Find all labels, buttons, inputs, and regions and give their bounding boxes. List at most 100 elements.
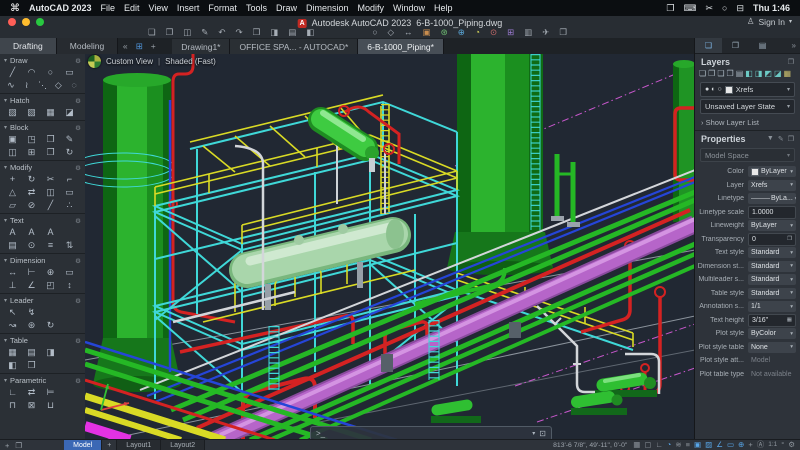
tool-icon[interactable]: ∿ xyxy=(3,79,19,92)
tool-icon[interactable]: ◫ xyxy=(3,146,22,159)
layers-detach-icon[interactable]: ❐ xyxy=(788,58,794,66)
layer-freeze-icon[interactable]: ◧ xyxy=(745,70,753,78)
property-value[interactable]: Standard ▾ xyxy=(748,247,796,259)
layer-translator-icon[interactable]: ⊞ xyxy=(507,28,514,37)
layer-walk-icon[interactable]: ▦ xyxy=(784,70,792,78)
tool-icon[interactable]: ▦ xyxy=(41,106,60,119)
property-value[interactable]: 0 ❐ xyxy=(748,232,796,246)
section-settings-icon[interactable]: ⚙ xyxy=(75,297,81,305)
new-drawing-tab-button[interactable]: + xyxy=(146,38,160,54)
layout-tab-layout2[interactable]: Layout2 xyxy=(161,440,206,450)
property-value[interactable]: ByColor ▾ xyxy=(748,328,796,340)
section-settings-icon[interactable]: ⚙ xyxy=(75,377,81,385)
section-settings-icon[interactable]: ⚙ xyxy=(75,217,81,225)
gizmo-toggle[interactable]: + xyxy=(748,441,752,449)
save-icon[interactable]: ◫ xyxy=(183,28,191,37)
document-tab[interactable]: Drawing1* xyxy=(172,39,231,54)
tool-icon[interactable]: ◰ xyxy=(41,279,60,292)
tool-icon[interactable]: ▤ xyxy=(22,346,41,359)
viewport-view-control[interactable]: Custom View xyxy=(106,57,153,66)
status-add-icon[interactable]: + xyxy=(5,441,9,450)
command-bar[interactable]: >_ ▾ ⊡ xyxy=(310,426,552,440)
tool-sets-icon[interactable]: ▣ xyxy=(423,28,431,37)
tool-icon[interactable]: ▦ xyxy=(3,346,22,359)
document-tab[interactable]: OFFICE SPA... - AUTOCAD* xyxy=(230,39,359,54)
tool-icon[interactable]: ⊠ xyxy=(22,399,41,412)
tool-icon[interactable]: ╱ xyxy=(41,199,60,212)
tool-icon[interactable]: ▭ xyxy=(60,66,79,79)
snap-toggle[interactable]: ▢ xyxy=(644,441,651,449)
tool-icon[interactable]: ⊨ xyxy=(41,386,60,399)
viewport-visual-style-control[interactable]: Shaded (Fast) xyxy=(165,57,216,66)
zoom-button[interactable] xyxy=(36,17,44,26)
spotlight-search-icon[interactable]: ○ xyxy=(722,3,727,13)
tool-icon[interactable]: ◇ xyxy=(50,79,66,92)
start-tab-icon[interactable]: ⊞ xyxy=(132,38,146,54)
time-variables-icon[interactable]: ◔ xyxy=(475,28,480,37)
plot-style-icon[interactable]: ◧ xyxy=(306,28,314,37)
command-history-icon[interactable]: ▾ xyxy=(532,430,535,437)
property-value[interactable]: Standard ▾ xyxy=(748,260,796,272)
transparency-picker-icon[interactable]: ❐ xyxy=(787,236,792,242)
tool-icon[interactable]: A xyxy=(41,226,60,239)
tool-icon[interactable]: ◠ xyxy=(22,66,41,79)
section-collapse-icon[interactable]: ▾ xyxy=(4,217,7,224)
new-file-icon[interactable]: ❏ xyxy=(148,28,156,37)
menu-draw[interactable]: Draw xyxy=(276,3,297,13)
match-properties-icon[interactable]: ✎ xyxy=(778,135,784,143)
tool-icon[interactable]: ◧ xyxy=(3,359,22,372)
status-switch-icon[interactable]: ❐ xyxy=(15,441,22,450)
open-file-icon[interactable]: ❐ xyxy=(166,28,174,37)
tool-icon[interactable]: ✎ xyxy=(60,133,79,146)
document-tab[interactable]: 6-B-1000_Piping* xyxy=(358,39,444,54)
property-value[interactable]: Standard ▾ xyxy=(748,287,796,299)
menu-dimension[interactable]: Dimension xyxy=(306,3,349,13)
section-settings-icon[interactable]: ⚙ xyxy=(75,257,81,265)
layout-tab-model[interactable]: Model xyxy=(64,440,103,450)
tool-icon[interactable]: ◫ xyxy=(41,186,60,199)
tool-icon[interactable]: A xyxy=(3,226,22,239)
tool-icon[interactable]: ↔ xyxy=(3,266,22,279)
tool-icon[interactable]: ⋱ xyxy=(35,79,51,92)
menu-edit[interactable]: Edit xyxy=(124,3,140,13)
apple-menu-icon[interactable]: ⌘ xyxy=(10,3,20,14)
tool-icon[interactable]: ◌ xyxy=(66,79,82,92)
selection-dropdown[interactable]: Model Space ▾ xyxy=(700,148,795,162)
menu-window[interactable]: Window xyxy=(393,3,425,13)
materials-icon[interactable]: ⊙ xyxy=(490,28,497,37)
tool-icon[interactable]: ⊛ xyxy=(22,319,41,332)
layer-status-icon[interactable]: ◐ xyxy=(711,86,715,93)
render-icon[interactable]: ⊛ xyxy=(441,28,448,37)
geolocation-icon[interactable]: ⊕ xyxy=(458,28,465,37)
menu-file[interactable]: File xyxy=(101,3,116,13)
tool-icon[interactable]: ▣ xyxy=(3,133,22,146)
tool-icon[interactable]: ▱ xyxy=(3,199,22,212)
tool-icon[interactable]: ❐ xyxy=(41,146,60,159)
tool-icon[interactable]: ⊘ xyxy=(22,199,41,212)
tool-icon[interactable]: △ xyxy=(3,186,22,199)
delete-layer-icon[interactable]: ❐ xyxy=(708,70,715,78)
tool-icon[interactable]: ⊓ xyxy=(3,399,22,412)
quick-select-icon[interactable]: ▼ xyxy=(767,135,774,143)
redo-icon[interactable]: ↷ xyxy=(236,28,243,37)
tool-icon[interactable]: ⊕ xyxy=(41,266,60,279)
minimize-button[interactable] xyxy=(22,17,30,26)
new-layer-icon[interactable]: ❏ xyxy=(699,70,706,78)
section-collapse-icon[interactable]: ▾ xyxy=(4,297,7,304)
menu-insert[interactable]: Insert xyxy=(177,3,200,13)
right-tank[interactable] xyxy=(447,54,553,275)
zoom-extents-icon[interactable]: ↔ xyxy=(404,28,413,37)
tool-icon[interactable]: ⇄ xyxy=(22,386,41,399)
share-icon[interactable]: ✈ xyxy=(542,28,549,37)
snip-icon[interactable]: ✂ xyxy=(705,3,713,14)
undo-icon[interactable]: ↶ xyxy=(218,28,225,37)
tab-layers[interactable]: ❏ xyxy=(695,38,722,53)
property-value[interactable]: Xrefs ▾ xyxy=(748,179,796,191)
panel-overflow-icon[interactable]: » xyxy=(788,38,800,53)
tool-icon[interactable]: ⊙ xyxy=(22,239,41,252)
menu-clock[interactable]: Thu 1:46 xyxy=(753,3,790,13)
print-preview-icon[interactable]: ◨ xyxy=(270,28,278,37)
tool-icon[interactable]: ∴ xyxy=(60,199,79,212)
menu-help[interactable]: Help xyxy=(434,3,453,13)
section-collapse-icon[interactable]: ▾ xyxy=(4,337,7,344)
